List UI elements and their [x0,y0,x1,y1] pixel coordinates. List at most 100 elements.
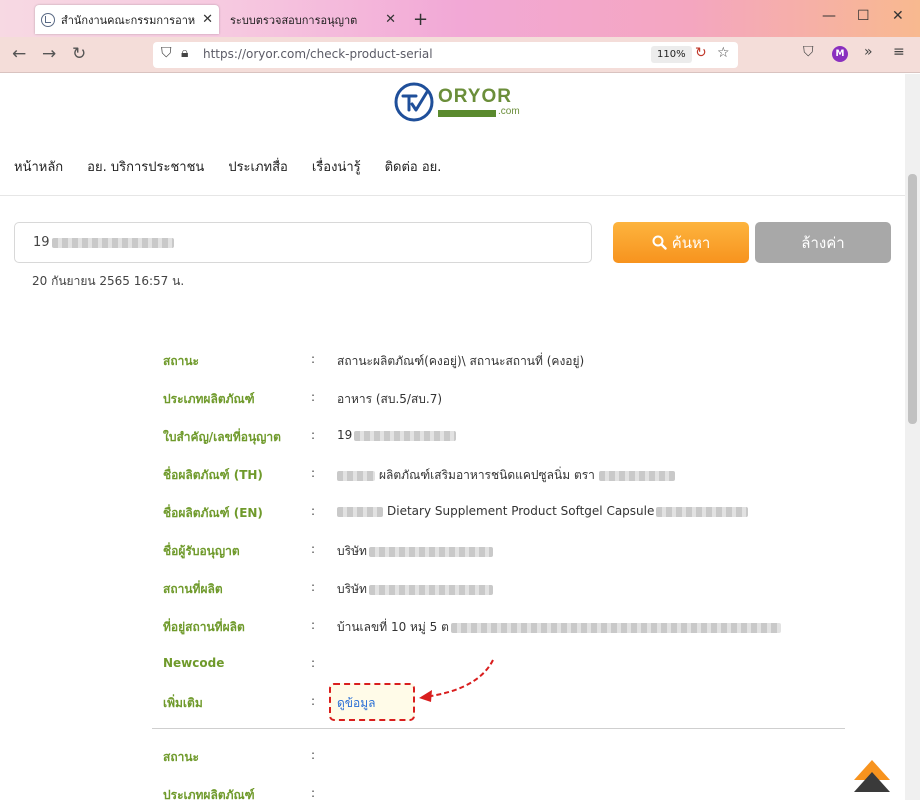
detail-colon: : [311,618,316,632]
logo-wordmark: ORYOR [438,86,512,107]
close-tab-icon[interactable]: ✕ [202,12,213,27]
shield-icon[interactable]: ⛉ [161,45,172,61]
detail-value: 19 [337,428,353,442]
detail-label: ชื่อผลิตภัณฑ์ (EN) [163,506,263,520]
detail-value: บริษัท [337,544,367,558]
tab-permit-check[interactable]: ระบบตรวจสอบการอนุญาต ✕ [224,5,402,34]
page-scrollbar[interactable] [905,74,920,800]
page-content: ORYOR .com หน้าหลัก อย. บริการประชาชน ปร… [0,74,905,800]
detail-value: Dietary Supplement Product Softgel Capsu… [387,504,655,518]
bookmark-star-icon[interactable]: ☆ [717,45,730,61]
address-bar[interactable]: ⛉ 🔒︎ https://oryor.com/check-product-ser… [153,42,738,68]
detail-value-wrap: บริษัท [337,542,493,561]
redacted-text [656,506,749,517]
detail-label: ประเภทผลิตภัณฑ์ [163,392,255,406]
detail-label: ประเภทผลิตภัณฑ์ [163,788,255,800]
tab-fda[interactable]: สำนักงานคณะกรรมการอาหารและยา ✕ [35,5,219,34]
lock-icon[interactable]: 🔒︎ [181,45,188,61]
nav-item-public-services[interactable]: อย. บริการประชาชน [87,156,204,177]
back-icon[interactable]: ← [12,44,26,64]
oryor-logo[interactable]: ORYOR .com [394,82,520,122]
detail-label: เพิ่มเติม [163,696,203,710]
detail-label: ที่อยู่สถานที่ผลิต [163,620,245,634]
clear-button[interactable]: ล้างค่า [755,222,891,263]
detail-colon: : [311,786,316,800]
detail-colon: : [311,656,316,670]
redacted-text [51,237,174,248]
detail-colon: : [311,352,316,366]
record-divider [152,728,845,729]
detail-label: สถานที่ผลิต [163,582,223,596]
menu-icon[interactable]: ≡ [893,44,905,60]
clear-button-label: ล้างค่า [801,233,845,252]
tab-title: ระบบตรวจสอบการอนุญาต [230,13,358,27]
close-window-icon[interactable]: ✕ [892,8,904,24]
browser-toolbar: ← → ↻ ⛉ 🔒︎ https://oryor.com/check-produ… [0,37,920,73]
search-button[interactable]: ค้นหา [613,222,749,263]
nav-item-knowledge[interactable]: เรื่องน่ารู้ [312,156,361,177]
detail-colon: : [311,694,316,708]
tab-title: สำนักงานคณะกรรมการอาหารและยา [61,13,196,27]
detail-value: บ้านเลขที่ 10 หมู่ 5 ต [337,620,449,634]
minimize-icon[interactable]: — [822,8,836,24]
maximize-icon[interactable]: ☐ [857,8,870,24]
browser-tab-bar: สำนักงานคณะกรรมการอาหารและยา ✕ ระบบตรวจส… [0,0,920,37]
search-timestamp: 20 กันยายน 2565 16:57 น. [32,274,185,288]
detail-value-wrap: Dietary Supplement Product Softgel Capsu… [337,504,749,518]
detail-label: ชื่อผู้รับอนุญาต [163,544,240,558]
forward-icon[interactable]: → [42,44,56,64]
overflow-chevron-icon[interactable]: » [864,44,873,60]
redacted-text [598,470,675,481]
site-favicon-icon [41,12,55,27]
main-nav: หน้าหลัก อย. บริการประชาชน ประเภทสื่อ เร… [14,156,441,177]
zoom-level[interactable]: 110% [651,46,692,63]
detail-colon: : [311,542,316,556]
reload-icon[interactable]: ↻ [72,44,86,64]
search-button-label: ค้นหา [671,233,711,252]
detail-colon: : [311,748,316,762]
close-tab-icon[interactable]: ✕ [385,12,396,27]
detail-value: ผลิตภัณฑ์เสริมอาหารชนิดแคปซูลนิ่ม ตรา [379,468,595,482]
nav-item-home[interactable]: หน้าหลัก [14,156,63,177]
detail-label: Newcode [163,656,225,670]
logo-suffix: .com [498,106,520,117]
logo-bar [438,110,496,117]
scrollbar-thumb[interactable] [908,174,917,424]
detail-colon: : [311,428,316,442]
redacted-text [337,470,375,481]
pocket-icon[interactable]: ⛉ [803,44,814,60]
search-icon [652,235,667,250]
detail-value-wrap: บ้านเลขที่ 10 หมู่ 5 ต [337,618,781,637]
detail-value-wrap: บริษัท [337,580,493,599]
view-details-link[interactable]: ดูข้อมูล [337,694,375,713]
redacted-text [354,430,457,441]
serial-search-input[interactable]: 19 [14,222,592,263]
detail-label: สถานะ [163,354,199,368]
redacted-text [368,546,493,557]
new-tab-icon[interactable]: + [413,9,428,30]
detail-colon: : [311,390,316,404]
account-avatar[interactable]: M [832,46,848,62]
detail-value: บริษัท [337,582,367,596]
url-text[interactable]: https://oryor.com/check-product-serial [203,47,433,61]
nav-item-contact[interactable]: ติดต่อ อย. [385,156,442,177]
annotation-arrow-icon [419,659,494,702]
detail-value-wrap: ผลิตภัณฑ์เสริมอาหารชนิดแคปซูลนิ่ม ตรา [337,466,675,485]
detail-label: สถานะ [163,750,199,764]
detail-colon: : [311,504,316,518]
nav-item-media-types[interactable]: ประเภทสื่อ [228,156,288,177]
redacted-text [450,622,781,633]
detail-colon: : [311,466,316,480]
detail-label: ใบสำคัญ/เลขที่อนุญาต [163,430,281,444]
oryor-emblem-icon [394,82,434,122]
detail-value-wrap: 19 [337,428,457,442]
nav-divider [0,195,905,196]
search-value: 19 [33,235,50,250]
detail-colon: : [311,580,316,594]
redacted-text [368,584,493,595]
detail-value: สถานะผลิตภัณฑ์(คงอยู่)\ สถานะสถานที่ (คง… [337,354,585,368]
extension-icon[interactable]: ↻ [695,45,707,61]
scroll-to-top-icon[interactable] [853,758,891,794]
detail-value: อาหาร (สบ.5/สบ.7) [337,392,443,406]
detail-label: ชื่อผลิตภัณฑ์ (TH) [163,468,263,482]
